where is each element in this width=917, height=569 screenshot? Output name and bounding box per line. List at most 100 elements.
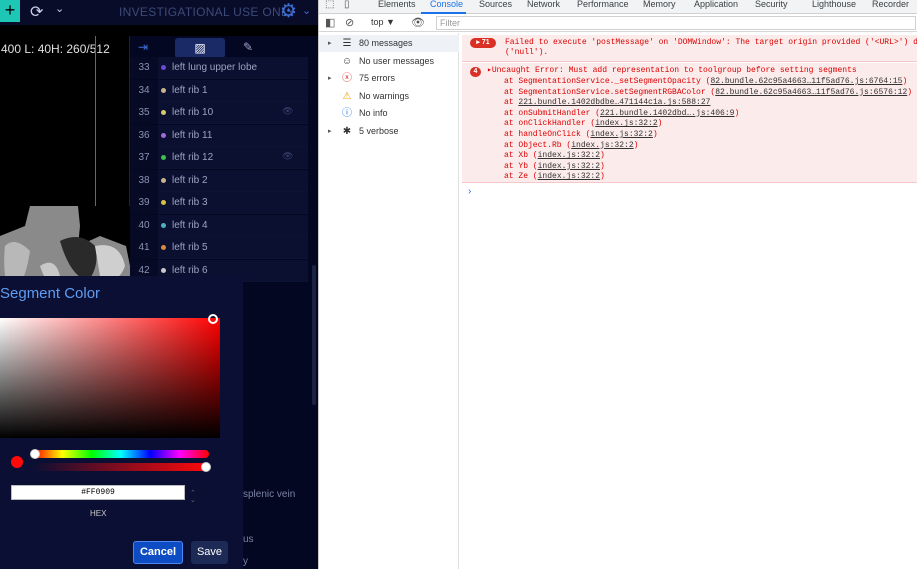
segment-color-dot[interactable]	[161, 155, 166, 160]
sidebar-item-label: No user messages	[359, 56, 435, 66]
segment-edit-icon[interactable]: ✎	[243, 40, 253, 54]
add-icon[interactable]: +	[0, 0, 20, 22]
sidebar-item-warnings[interactable]: ⚠ No warnings	[319, 88, 459, 105]
visibility-icon[interactable]: 👁	[282, 106, 293, 117]
source-link[interactable]: 221.bundle.1402dbdbe…471144c1a.js:588:27	[518, 98, 710, 107]
stack-frame-function: at Object.Rb (	[504, 140, 572, 150]
investigational-banner: INVESTIGATIONAL USE ONLY	[119, 5, 296, 19]
stack-frame-end: )	[652, 130, 658, 139]
tab-application[interactable]: Application	[694, 0, 738, 9]
settings-chevron-icon[interactable]: ⌄	[302, 4, 311, 17]
chevron-down-icon[interactable]: ⌄	[55, 2, 64, 15]
segment-row[interactable]: 34 left rib 1	[130, 79, 308, 102]
error-header[interactable]: ▸Uncaught Error: Must add representation…	[487, 66, 857, 77]
devtools-tab-bar: ⬚ ▯ Elements Console Sources Network Per…	[319, 0, 917, 14]
devtools-panel: ⬚ ▯ Elements Console Sources Network Per…	[318, 0, 917, 569]
stack-frame-function: at Ze (	[504, 172, 538, 182]
panel-scrollbar[interactable]	[312, 265, 316, 405]
segment-row[interactable]: 40 left rib 4	[130, 214, 308, 237]
segment-row[interactable]: 39 left rib 3	[130, 192, 308, 214]
clear-console-icon[interactable]: ⊘	[345, 16, 354, 29]
tab-security[interactable]: Security	[755, 0, 788, 9]
segment-color-dot[interactable]	[161, 245, 166, 250]
window-level-overlay: 400 L: 40H: 260/512	[1, 42, 110, 56]
gear-icon[interactable]: ⚙	[280, 0, 297, 23]
segment-color-dot[interactable]	[161, 267, 166, 273]
saturation-cursor[interactable]	[208, 314, 218, 324]
tab-lighthouse[interactable]: Lighthouse	[812, 0, 856, 9]
stack-frame: at Ze (index.js:32:2)	[504, 172, 605, 183]
stack-frame: at onSubmitHandler (221.bundle.1402dbd….…	[504, 109, 739, 120]
sidebar-item-label: No info	[359, 108, 388, 118]
source-link[interactable]: 221.bundle.1402dbd….js:406:9	[600, 109, 734, 118]
source-link[interactable]: index.js:32:2	[538, 151, 600, 160]
segment-color-dot[interactable]	[161, 132, 166, 138]
sidebar-item-info[interactable]: ⓘ No info	[319, 105, 459, 122]
save-button[interactable]: Save	[191, 541, 228, 564]
alpha-slider-thumb[interactable]	[201, 462, 211, 472]
visibility-icon[interactable]: 👁	[282, 151, 293, 162]
segment-row[interactable]: 33 left lung upper lobe	[130, 57, 308, 79]
source-link[interactable]: index.js:32:2	[595, 119, 657, 128]
stack-frame-function: at handleOnClick (	[504, 130, 591, 139]
error-count-badge: ▸ 71	[470, 38, 496, 48]
console-prompt[interactable]: ›	[468, 186, 471, 197]
color-preview-swatch	[11, 456, 23, 468]
segment-color-dot[interactable]	[161, 87, 166, 93]
collapse-panel-icon[interactable]: ⇥	[138, 40, 148, 54]
source-link[interactable]: index.js:32:2	[590, 130, 652, 139]
segment-row[interactable]: 37 left rib 12 👁	[130, 147, 308, 169]
hue-slider[interactable]	[33, 450, 209, 458]
sidebar-toggle-icon[interactable]: ◧	[325, 16, 335, 29]
segment-row[interactable]: 35 left rib 10 👁	[130, 102, 308, 124]
tab-recorder[interactable]: Recorder	[872, 0, 909, 9]
segment-row[interactable]: 38 left rib 2	[130, 169, 308, 192]
inspect-icon[interactable]: ⬚	[325, 0, 334, 10]
tab-console[interactable]: Console	[430, 0, 463, 9]
sidebar-item-messages[interactable]: ▸ ☰ 80 messages	[319, 35, 459, 52]
segment-row[interactable]: 36 left rib 11	[130, 124, 308, 147]
source-link[interactable]: 82.bundle.62c95a4663…11f5ad76.js:6764:15	[710, 77, 902, 86]
console-error-message[interactable]: ▸ 71 Failed to execute 'postMessage' on …	[462, 35, 917, 62]
sidebar-item-errors[interactable]: ▸ ⓧ 75 errors	[319, 70, 459, 87]
source-link[interactable]: 82.bundle.62c95a4663…11f5ad76.js:6576:12	[715, 88, 907, 97]
hue-slider-thumb[interactable]	[30, 449, 40, 459]
segment-color-dot[interactable]	[161, 65, 166, 70]
tab-sources[interactable]: Sources	[479, 0, 512, 9]
expand-arrow-icon[interactable]: ▸	[328, 70, 332, 87]
device-toolbar-icon[interactable]: ▯	[344, 0, 350, 10]
alpha-slider[interactable]	[33, 463, 209, 471]
saturation-area[interactable]	[0, 318, 220, 438]
stack-frame-end: )	[907, 87, 913, 97]
expand-arrow-icon[interactable]: ▸	[328, 35, 332, 52]
segment-color-dot[interactable]	[161, 200, 166, 205]
viewer-app: + ⟳ ⌄ INVESTIGATIONAL USE ONLY ⚙ ⌄ 400 L…	[0, 0, 318, 569]
stack-frame-end: )	[734, 108, 740, 118]
tab-performance[interactable]: Performance	[577, 0, 629, 9]
refresh-icon[interactable]: ⟳	[30, 2, 43, 22]
source-link[interactable]: index.js:32:2	[571, 141, 633, 150]
console-error-message[interactable]: 4 ▸Uncaught Error: Must add representati…	[462, 63, 917, 183]
format-toggle-icon[interactable]: ⌃ ⌄	[190, 490, 196, 504]
expand-arrow-icon[interactable]: ▸	[328, 123, 332, 140]
tab-elements[interactable]: Elements	[378, 0, 416, 9]
segment-label: left rib 3	[172, 197, 208, 208]
error-count-value: 71	[481, 39, 490, 46]
error-icon: ⓧ	[342, 73, 352, 84]
segment-color-dot[interactable]	[161, 177, 166, 183]
segment-color-dot[interactable]	[161, 110, 166, 115]
hex-input[interactable]: #FF0909	[11, 485, 185, 500]
segment-fill-toggle[interactable]: ▨	[175, 38, 225, 58]
source-link[interactable]: index.js:32:2	[538, 162, 600, 171]
eye-icon[interactable]: 👁	[411, 16, 425, 29]
context-selector[interactable]: top ▼	[371, 17, 395, 27]
segment-row[interactable]: 41 left rib 5	[130, 237, 308, 259]
tab-memory[interactable]: Memory	[643, 0, 676, 9]
source-link[interactable]: index.js:32:2	[538, 172, 600, 181]
filter-input[interactable]: Filter	[436, 16, 916, 30]
tab-network[interactable]: Network	[527, 0, 560, 9]
cancel-button[interactable]: Cancel	[133, 541, 183, 564]
sidebar-item-user-messages[interactable]: ☺ No user messages	[319, 53, 459, 70]
sidebar-item-verbose[interactable]: ▸ ✱ 5 verbose	[319, 123, 459, 140]
segment-color-dot[interactable]	[161, 222, 166, 228]
